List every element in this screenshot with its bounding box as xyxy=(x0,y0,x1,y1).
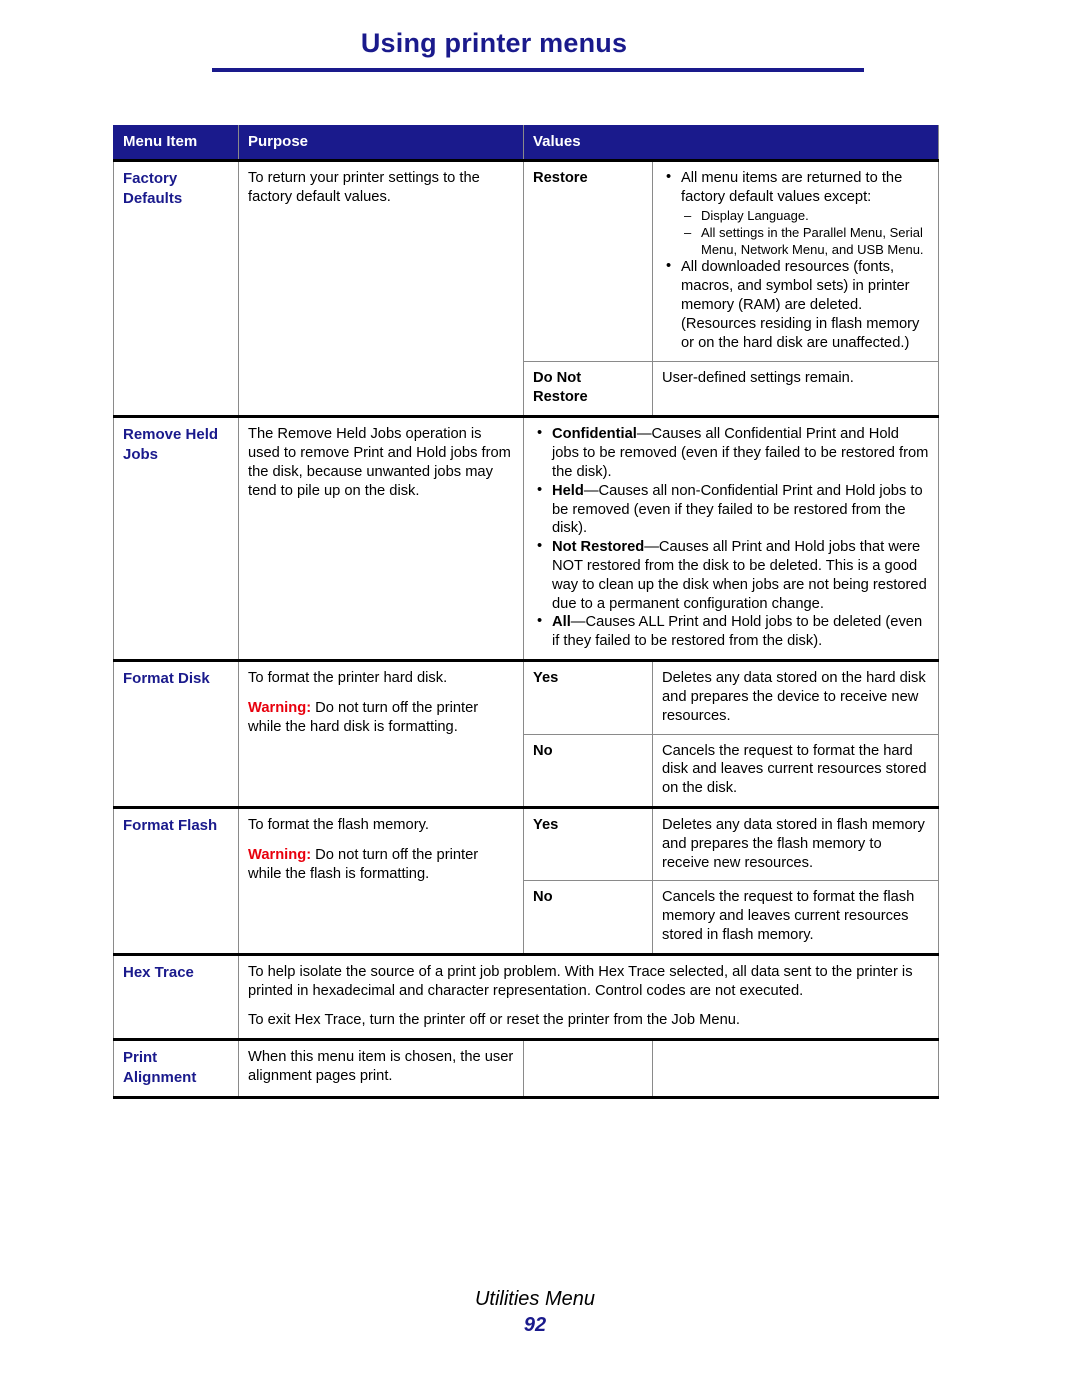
purpose-text: To format the printer hard disk. xyxy=(248,670,448,687)
cell-menu-item: Print Alignment xyxy=(113,1038,239,1099)
list-item: Not Restored—Causes all Print and Hold j… xyxy=(533,537,929,613)
column-header-purpose: Purpose xyxy=(238,125,524,163)
value-name: Not Restored xyxy=(552,539,645,556)
table-row: Format Flash To format the flash memory.… xyxy=(113,805,940,955)
printer-menu-table: Menu Item Purpose Values Factory Default… xyxy=(113,125,940,1099)
cell-menu-item: Factory Defaults xyxy=(113,159,239,417)
purpose-text: The Remove Held Jobs operation is used t… xyxy=(248,426,511,499)
cell-purpose-full: To help isolate the source of a print jo… xyxy=(237,952,940,1040)
menu-item-line: Remove Held xyxy=(123,426,219,444)
cell-value-name: No xyxy=(523,733,653,808)
menu-item-label: Hex Trace xyxy=(123,963,194,981)
value-sub-list: Display Language. All settings in the Pa… xyxy=(681,208,929,259)
menu-item-line: Jobs xyxy=(123,446,159,464)
list-item: Held—Causes all non-Confidential Print a… xyxy=(533,481,929,538)
value-name: Yes xyxy=(533,670,559,687)
cell-value-description: Deletes any data stored in flash memory … xyxy=(651,805,940,881)
value-name: Held xyxy=(552,482,584,499)
value-name: Confidential xyxy=(552,426,637,443)
column-header-menu-item: Menu Item xyxy=(113,125,239,163)
page-title: Using printer menus xyxy=(360,28,628,58)
list-item: All—Causes ALL Print and Hold jobs to be… xyxy=(533,612,929,651)
cell-values-full: Confidential—Causes all Confidential Pri… xyxy=(522,415,940,661)
purpose-text: When this menu item is chosen, the user … xyxy=(248,1049,514,1085)
list-item: Confidential—Causes all Confidential Pri… xyxy=(533,424,929,481)
table-header-row: Menu Item Purpose Values xyxy=(113,125,940,163)
cell-value-description: Deletes any data stored on the hard disk… xyxy=(651,659,940,735)
menu-item-label: Format Flash xyxy=(123,816,218,834)
value-name: No xyxy=(533,742,553,759)
value-name-line: Do Not xyxy=(533,369,582,386)
purpose-text: To format the flash memory. xyxy=(248,816,429,833)
value-description: —Causes all non-Confidential Print and H… xyxy=(552,482,923,537)
value-bullet-list: Confidential—Causes all Confidential Pri… xyxy=(533,424,929,651)
menu-item-label: Format Disk xyxy=(123,670,210,688)
cell-value-name xyxy=(523,1038,653,1099)
table-row: Format Disk To format the printer hard d… xyxy=(113,659,940,808)
bullet-text: All menu items are returned to the facto… xyxy=(681,170,903,205)
cell-value-description: User-defined settings remain. xyxy=(651,360,940,417)
footer-chapter-name: Utilities Menu xyxy=(474,1288,596,1310)
cell-value-description xyxy=(651,1038,940,1099)
list-item: All menu items are returned to the facto… xyxy=(662,168,929,259)
table-row: Factory Defaults To return your printer … xyxy=(113,159,940,417)
list-item: All settings in the Parallel Menu, Seria… xyxy=(681,225,929,259)
value-bullet-list: All menu items are returned to the facto… xyxy=(662,168,929,352)
purpose-text: To help isolate the source of a print jo… xyxy=(248,963,913,999)
list-item: All downloaded resources (fonts, macros,… xyxy=(662,257,929,352)
cell-menu-item: Remove Held Jobs xyxy=(113,415,239,661)
cell-purpose: To format the printer hard disk. Warning… xyxy=(238,659,524,808)
menu-item-line: Defaults xyxy=(123,189,183,207)
menu-item-line: Factory xyxy=(123,170,178,188)
title-rule xyxy=(212,68,864,72)
cell-value-description: Cancels the request to format the flash … xyxy=(651,880,940,955)
warning-label: Warning: xyxy=(248,846,312,863)
table-body: Factory Defaults To return your printer … xyxy=(113,159,940,1099)
value-name xyxy=(533,1048,643,1067)
cell-purpose: To return your printer settings to the f… xyxy=(238,159,524,417)
cell-purpose: To format the flash memory. Warning: Do … xyxy=(238,805,524,955)
table-header: Menu Item Purpose Values xyxy=(113,125,940,163)
value-name-line: Restore xyxy=(533,388,588,405)
purpose-text: To exit Hex Trace, turn the printer off … xyxy=(248,1012,740,1029)
cell-menu-item: Format Flash xyxy=(113,805,239,955)
table-row: Hex Trace To help isolate the source of … xyxy=(113,952,940,1040)
cell-value-description: Cancels the request to format the hard d… xyxy=(651,733,940,808)
value-name: All xyxy=(552,614,571,631)
cell-value-name: Yes xyxy=(523,659,653,735)
list-item: Display Language. xyxy=(681,208,929,225)
page-footer: Utilities Menu 92 xyxy=(0,1288,1080,1337)
menu-item-line: Print xyxy=(123,1049,158,1067)
value-name: Yes xyxy=(533,816,559,833)
cell-value-description: All menu items are returned to the facto… xyxy=(651,159,940,362)
cell-value-name: Restore xyxy=(523,159,653,362)
purpose-text: To return your printer settings to the f… xyxy=(248,170,480,205)
value-name: No xyxy=(533,889,553,906)
cell-value-name: Yes xyxy=(523,805,653,881)
table-row: Remove Held Jobs The Remove Held Jobs op… xyxy=(113,415,940,661)
warning-label: Warning: xyxy=(248,699,312,716)
menu-item-line: Alignment xyxy=(123,1069,197,1087)
column-header-values: Values xyxy=(522,125,940,163)
footer-page-number: 92 xyxy=(523,1314,547,1336)
cell-value-name: No xyxy=(523,880,653,955)
menu-table-container: Menu Item Purpose Values Factory Default… xyxy=(113,125,940,1099)
page-header: Using printer menus xyxy=(0,0,1080,72)
cell-value-name: Do Not Restore xyxy=(523,360,653,417)
table-row: Print Alignment When this menu item is c… xyxy=(113,1038,940,1099)
cell-menu-item: Format Disk xyxy=(113,659,239,808)
warning-text: Warning: Do not turn off the printer whi… xyxy=(248,699,514,737)
value-description: —Causes ALL Print and Hold jobs to be de… xyxy=(552,614,923,650)
cell-purpose: The Remove Held Jobs operation is used t… xyxy=(238,415,524,661)
cell-menu-item: Hex Trace xyxy=(113,952,239,1040)
cell-purpose: When this menu item is chosen, the user … xyxy=(238,1038,524,1099)
value-name: Restore xyxy=(533,170,588,187)
warning-text: Warning: Do not turn off the printer whi… xyxy=(248,846,514,884)
